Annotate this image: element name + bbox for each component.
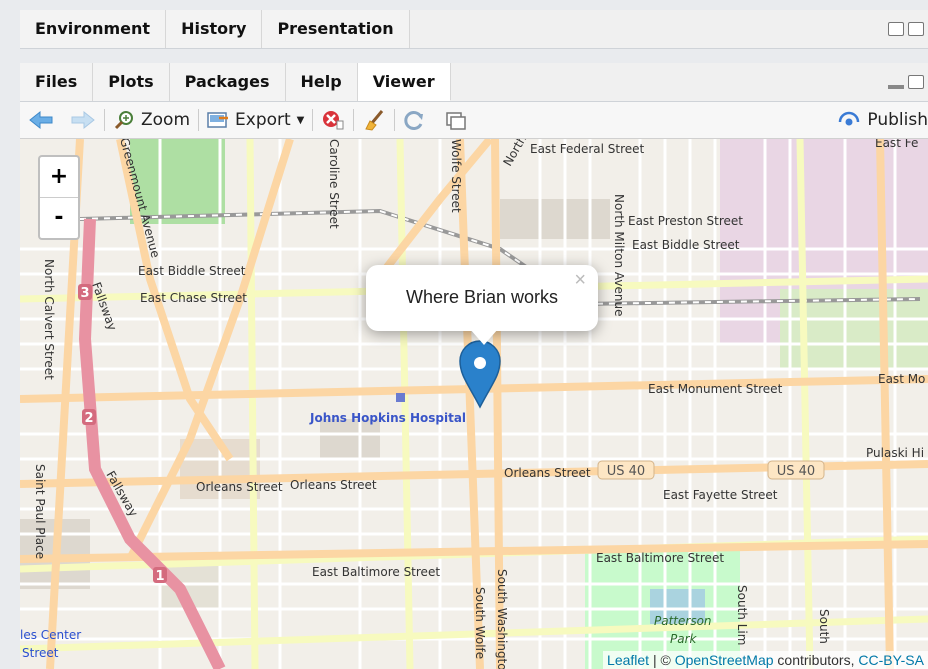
maximize-icon[interactable] — [908, 22, 924, 36]
zoom-control: + - — [38, 155, 80, 240]
street-label: South — [817, 609, 831, 644]
zoom-in-button[interactable]: + — [40, 157, 78, 198]
street-label: East Biddle Street — [632, 238, 740, 252]
leaflet-map[interactable]: 3 2 1 US 40 US 40 East Federal Street Ea… — [20, 139, 928, 669]
popup-text: Where Brian works — [405, 287, 559, 307]
remove-icon — [323, 111, 344, 130]
tab-packages[interactable]: Packages — [169, 63, 286, 101]
route-shield-us40: US 40 — [607, 464, 645, 479]
top-pane-window-controls — [888, 22, 924, 36]
street-label: East Fayette Street — [663, 488, 778, 502]
tab-files[interactable]: Files — [20, 63, 94, 101]
remove-viewer-button[interactable] — [313, 102, 353, 138]
street-label: East Fe — [875, 139, 918, 150]
tab-viewer[interactable]: Viewer — [357, 63, 451, 101]
road-shield-3: 3 — [80, 286, 89, 301]
publish-icon — [839, 111, 860, 126]
road-shield-2: 2 — [84, 411, 93, 426]
park-label: Patterson — [654, 614, 712, 628]
street-label: East Baltimore Street — [312, 565, 440, 579]
tab-environment[interactable]: Environment — [20, 10, 167, 48]
clear-all-button[interactable] — [354, 102, 394, 138]
restore-icon[interactable] — [908, 75, 924, 89]
street-label: South Wolfe — [473, 587, 487, 659]
top-pane-tabbar: Environment History Presentation — [20, 10, 928, 49]
street-label: East Preston Street — [628, 214, 743, 228]
popup-tip — [470, 329, 498, 345]
chevron-down-icon: ▼ — [296, 114, 305, 126]
route-shield-us40: US 40 — [777, 464, 815, 479]
street-label: Caroline Street — [327, 139, 341, 229]
bottom-pane-tabbar: Files Plots Packages Help Viewer — [20, 63, 928, 102]
arrow-right-icon — [71, 110, 95, 130]
restore-icon[interactable] — [888, 22, 904, 36]
bottom-pane-window-controls — [888, 75, 924, 89]
street-label: South Lim — [735, 585, 749, 645]
street-label: Saint Paul Place — [33, 464, 47, 559]
street-label: Pulaski Hi — [866, 446, 924, 460]
minimize-icon[interactable] — [888, 85, 904, 89]
tab-presentation[interactable]: Presentation — [262, 10, 410, 48]
publish-button[interactable]: Publish — [829, 102, 928, 138]
export-icon — [207, 112, 229, 128]
viewer-toolbar: Zoom Export ▼ Publish — [20, 102, 928, 139]
place-label: Street — [22, 646, 59, 660]
hospital-label: Johns Hopkins Hospital — [309, 411, 466, 425]
street-label: East Mo — [878, 372, 925, 386]
street-label: East Baltimore Street — [596, 551, 724, 565]
street-label: East Chase Street — [140, 291, 247, 305]
tab-history[interactable]: History — [166, 10, 263, 48]
magnifier-icon — [114, 111, 133, 130]
zoom-label: Zoom — [141, 110, 191, 130]
attribution-separator: | © — [649, 652, 675, 668]
publish-label: Publish — [867, 110, 928, 130]
place-label: les Center — [20, 628, 81, 642]
hospital-icon — [396, 393, 405, 402]
zoom-out-button[interactable]: - — [40, 198, 78, 238]
forward-button[interactable] — [62, 102, 104, 138]
street-label: North Calvert Street — [42, 259, 56, 380]
refresh-button[interactable] — [395, 102, 435, 138]
road-shield-1: 1 — [155, 569, 164, 584]
attribution-contributors: contributors, — [773, 652, 859, 668]
map-attribution: Leaflet | © OpenStreetMap contributors, … — [603, 651, 928, 669]
tab-help[interactable]: Help — [285, 63, 358, 101]
export-button[interactable]: Export ▼ — [199, 102, 312, 138]
street-label: East Federal Street — [530, 142, 645, 156]
refresh-icon — [404, 111, 424, 130]
street-label: Orleans Street — [196, 480, 283, 494]
zoom-button[interactable]: Zoom — [105, 102, 198, 138]
street-label: Orleans Street — [504, 466, 591, 480]
street-label: East Monument Street — [648, 382, 783, 396]
marker-popup: × Where Brian works — [366, 265, 598, 331]
back-button[interactable] — [20, 102, 62, 138]
street-label: Wolfe Street — [449, 139, 463, 213]
tab-plots[interactable]: Plots — [93, 63, 170, 101]
street-label: North Milton Avenue — [612, 194, 626, 316]
show-in-new-window-button[interactable] — [435, 102, 475, 138]
street-label: East Biddle Street — [138, 264, 246, 278]
osm-link[interactable]: OpenStreetMap — [675, 652, 774, 668]
park-label: Park — [670, 632, 698, 646]
export-label: Export — [235, 110, 291, 130]
broom-icon — [365, 110, 384, 131]
license-link[interactable]: CC-BY-SA — [858, 652, 924, 668]
leaflet-link[interactable]: Leaflet — [607, 652, 649, 668]
new-window-icon — [446, 112, 467, 130]
street-label: Orleans Street — [290, 478, 377, 492]
map-tiles: 3 2 1 US 40 US 40 East Federal Street Ea… — [20, 139, 928, 669]
street-label: South Washington — [495, 569, 509, 669]
arrow-left-icon — [29, 110, 53, 130]
